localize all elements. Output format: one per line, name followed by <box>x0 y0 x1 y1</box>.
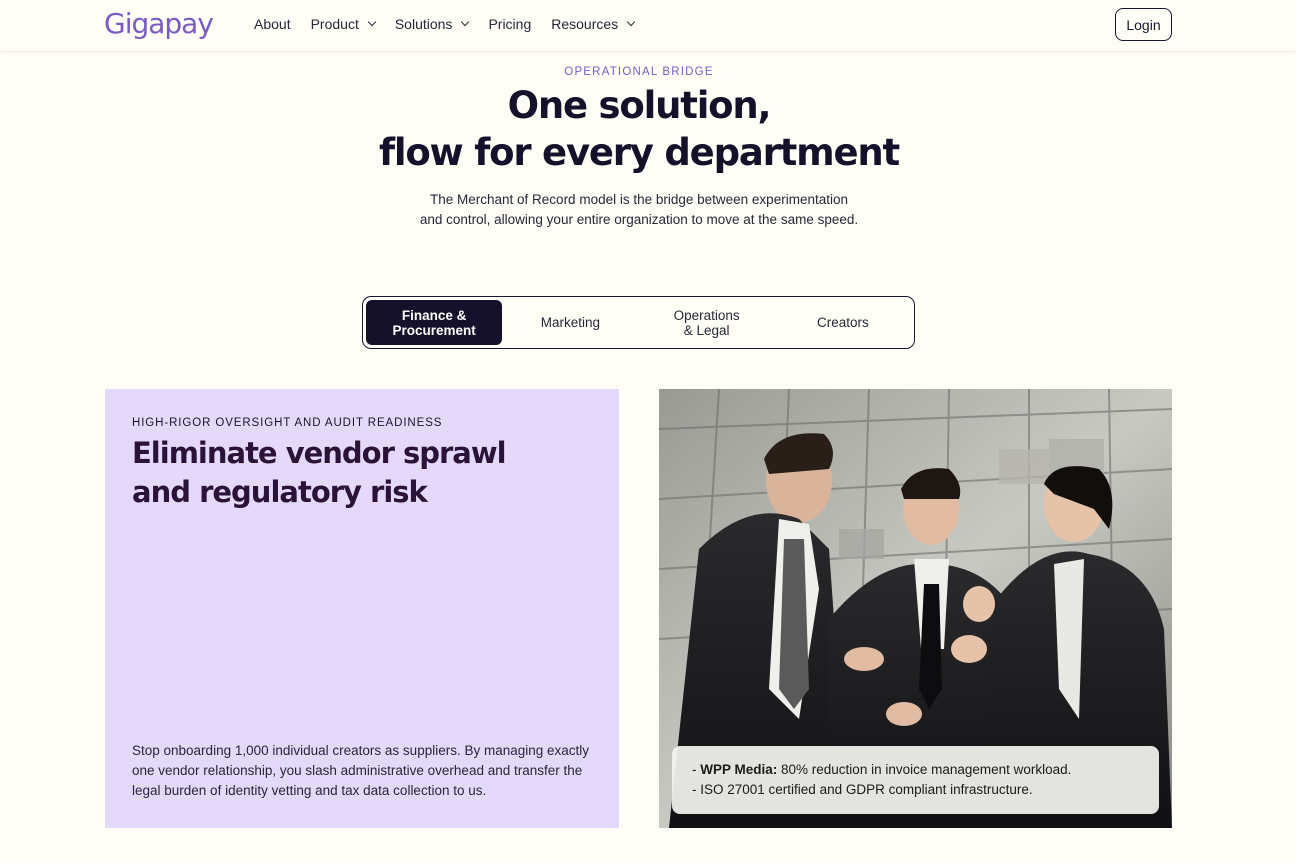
nav-link-label: Solutions <box>394 16 453 32</box>
chevron-down-icon <box>626 17 636 27</box>
nav-link-label: About <box>254 16 291 32</box>
feature-card: HIGH-RIGOR OVERSIGHT AND AUDIT READINESS… <box>105 389 619 828</box>
nav-link-label: Resources <box>551 16 619 32</box>
hero-title-line-1: One solution, <box>507 84 772 127</box>
caption-line-2: - ISO 27001 certified and GDPR compliant… <box>692 782 1033 797</box>
login-button[interactable]: Login <box>1115 8 1172 41</box>
team-photo: - WPP Media: 80% reduction in invoice ma… <box>659 389 1172 828</box>
tab-label: Marketing <box>540 315 601 330</box>
hero-title: One solution, flow for every department <box>0 82 1278 176</box>
gigapay-logo[interactable]: Gigapay <box>104 7 214 40</box>
tab-label-line-1: Finance & <box>401 307 467 323</box>
tab-finance-procurement[interactable]: Finance & Procurement <box>366 300 503 345</box>
caption-client-name: WPP Media: <box>700 762 778 777</box>
caption-stat: 80% reduction in invoice management work… <box>777 762 1072 777</box>
stats-caption: - WPP Media: 80% reduction in invoice ma… <box>672 746 1159 814</box>
tab-creators[interactable]: Creators <box>775 300 911 345</box>
chevron-down-icon <box>367 17 377 27</box>
nav-links: About Product Solutions Pricing Resource… <box>254 16 654 32</box>
card-eyebrow: HIGH-RIGOR OVERSIGHT AND AUDIT READINESS <box>132 417 443 429</box>
department-tabs: Finance & Procurement Marketing Operation… <box>362 296 915 349</box>
nav-link-about[interactable]: About <box>254 16 291 32</box>
hero-subtitle-line-1: The Merchant of Record model is the brid… <box>430 192 848 207</box>
top-nav: Gigapay About Product Solutions Pricing … <box>0 0 1296 52</box>
tab-marketing[interactable]: Marketing <box>502 300 638 345</box>
card-title-line-2: and regulatory risk <box>132 475 428 509</box>
card-title: Eliminate vendor sprawl and regulatory r… <box>132 434 552 512</box>
section-eyebrow: OPERATIONAL BRIDGE <box>564 66 714 78</box>
nav-link-pricing[interactable]: Pricing <box>488 16 531 32</box>
nav-link-product[interactable]: Product <box>310 16 377 32</box>
tab-label-line-1: Operations <box>673 307 740 323</box>
caption-bullet: - <box>692 762 701 777</box>
card-title-line-1: Eliminate vendor sprawl <box>132 436 507 470</box>
hero-title-line-2: flow for every department <box>378 131 900 174</box>
nav-link-label: Product <box>310 16 359 32</box>
nav-link-resources[interactable]: Resources <box>551 16 636 32</box>
nav-link-label: Pricing <box>488 16 532 32</box>
hero-subtitle-line-2: and control, allowing your entire organi… <box>419 212 859 227</box>
caption-line-1: - WPP Media: 80% reduction in invoice ma… <box>692 760 1139 780</box>
nav-link-solutions[interactable]: Solutions <box>394 16 470 32</box>
hero-subtitle: The Merchant of Record model is the brid… <box>0 190 1278 230</box>
tab-label-line-2: & Legal <box>683 322 730 338</box>
tab-label: Creators <box>816 315 869 330</box>
tab-label-line-2: Procurement <box>392 322 476 338</box>
tab-operations-legal[interactable]: Operations & Legal <box>639 300 775 345</box>
chevron-down-icon <box>461 17 470 27</box>
card-body: Stop onboarding 1,000 individual creator… <box>132 743 590 798</box>
